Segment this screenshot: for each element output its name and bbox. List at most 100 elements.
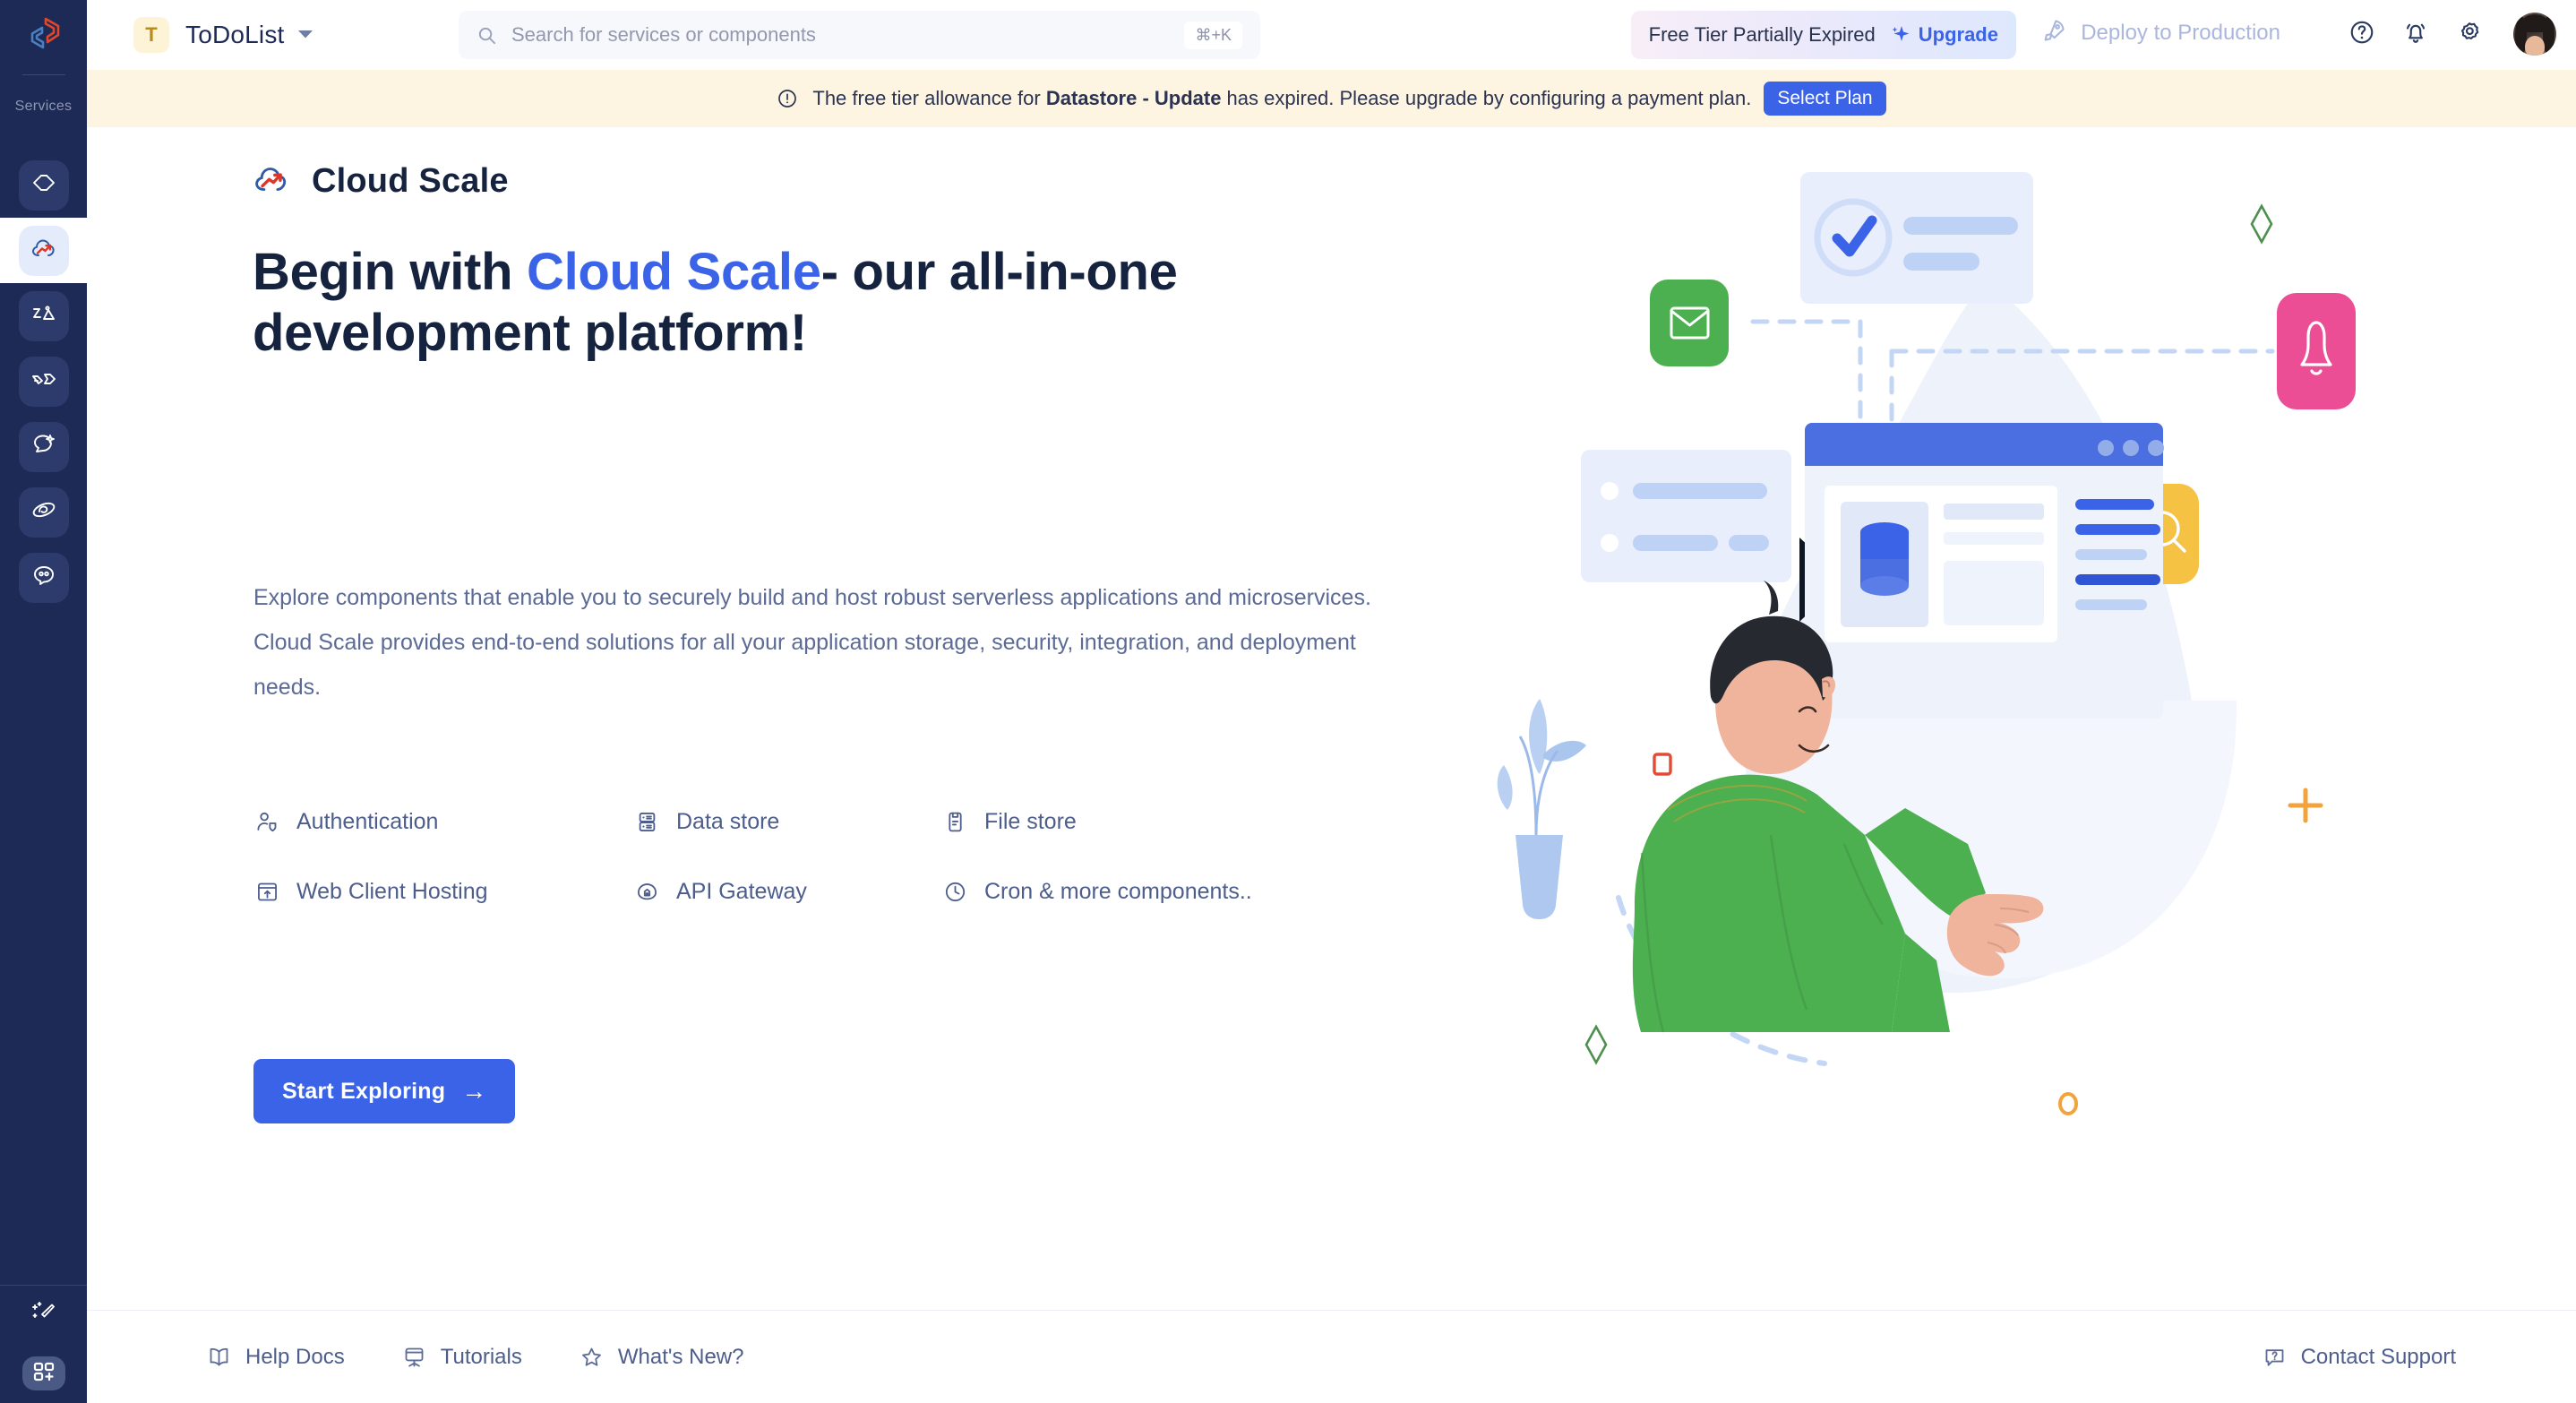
- footer: Help Docs Tutorials What's New? Contact …: [87, 1310, 2576, 1403]
- star-icon: [580, 1345, 604, 1369]
- feature-label: Authentication: [296, 808, 439, 834]
- search-bar[interactable]: Search for services or components ⌘+K: [459, 11, 1260, 59]
- feature-label: Data store: [676, 808, 780, 834]
- heading-highlight: Cloud Scale: [527, 243, 821, 301]
- sidebar-item-magic-wand[interactable]: [0, 1285, 87, 1344]
- cloud-scale-icon: [29, 233, 59, 268]
- select-plan-button[interactable]: Select Plan: [1764, 82, 1886, 116]
- heading-before: Begin with: [253, 243, 528, 301]
- arrow-right-icon: →: [461, 1077, 487, 1105]
- feature-file-store[interactable]: File store: [941, 808, 1252, 835]
- banner-text-before: The free tier allowance for: [812, 87, 1046, 109]
- database-icon: [633, 808, 660, 835]
- heading-highlight-wrapper: Cloud Scale: [527, 243, 821, 301]
- help-circle-icon: [2348, 19, 2375, 50]
- app-root: Services T ToDoList Search for services …: [0, 0, 2576, 1403]
- notifications-button[interactable]: [2400, 19, 2431, 49]
- footer-help-docs[interactable]: Help Docs: [207, 1345, 345, 1370]
- deploy-to-production-button[interactable]: Deploy to Production: [2041, 18, 2280, 47]
- sparkle-icon: [1890, 24, 1911, 46]
- banner-resource-name: Datastore - Update: [1045, 87, 1222, 109]
- free-tier-upgrade-chip[interactable]: Free Tier Partially Expired Upgrade: [1630, 11, 2016, 59]
- feature-label: Web Client Hosting: [296, 878, 488, 904]
- page-title: Begin with Cloud Scale- our all-in-one d…: [253, 242, 1444, 365]
- feature-api-gateway[interactable]: API Gateway: [633, 878, 941, 905]
- gear-icon: [2456, 19, 2483, 50]
- add-app-grid-icon: [31, 1359, 56, 1389]
- sidebar-divider: [22, 74, 65, 75]
- deploy-label: Deploy to Production: [2081, 20, 2280, 45]
- footer-right-links: Contact Support: [2263, 1345, 2456, 1370]
- main-content: Cloud Scale Begin with Cloud Scale- our …: [87, 127, 2576, 1310]
- search-shortcut-badge: ⌘+K: [1184, 21, 1242, 49]
- brand-name: Cloud Scale: [312, 162, 509, 200]
- cloud-scale-brand: Cloud Scale: [251, 159, 509, 204]
- sidebar-bottom-divider: [0, 1285, 87, 1286]
- feature-authentication[interactable]: Authentication: [253, 808, 633, 835]
- app-logo-icon: [24, 13, 64, 57]
- help-button[interactable]: [2347, 19, 2377, 49]
- user-shield-icon: [253, 808, 280, 835]
- footer-left-links: Help Docs Tutorials What's New?: [207, 1345, 743, 1370]
- project-name: ToDoList: [185, 21, 285, 48]
- sidebar-item-media-services[interactable]: [0, 283, 87, 349]
- free-tier-banner: The free tier allowance for Datastore - …: [87, 70, 2576, 127]
- project-selector[interactable]: T ToDoList: [133, 17, 313, 53]
- chevron-down-icon: [297, 29, 313, 42]
- start-exploring-button[interactable]: Start Exploring →: [253, 1059, 516, 1123]
- chat-sparkle-icon: [30, 430, 58, 463]
- feature-data-store[interactable]: Data store: [633, 808, 941, 835]
- sidebar-item-integrations[interactable]: [0, 349, 87, 414]
- page-description: Explore components that enable you to se…: [253, 585, 1371, 700]
- free-tier-status-text: Free Tier Partially Expired: [1648, 23, 1876, 46]
- footer-tutorials[interactable]: Tutorials: [402, 1345, 522, 1370]
- sidebar-item-chat-bot[interactable]: [0, 545, 87, 610]
- project-initial-badge: T: [133, 17, 169, 53]
- bell-icon: [2402, 19, 2429, 50]
- file-store-icon: [941, 808, 968, 835]
- banner-text-after: has expired. Please upgrade by configuri…: [1221, 87, 1752, 109]
- footer-link-label: Tutorials: [440, 1344, 522, 1369]
- sidebar-item-ai-assistant[interactable]: [0, 414, 87, 479]
- feature-cron[interactable]: Cron & more components..: [941, 878, 1252, 905]
- presentation-icon: [402, 1345, 426, 1369]
- header-icon-group: [2347, 13, 2556, 56]
- footer-link-label: Contact Support: [2300, 1344, 2456, 1369]
- cta-label: Start Exploring: [282, 1078, 446, 1104]
- api-gateway-icon: [633, 878, 660, 905]
- footer-link-label: What's New?: [617, 1344, 744, 1369]
- footer-contact-support[interactable]: Contact Support: [2263, 1345, 2456, 1370]
- book-icon: [207, 1345, 231, 1369]
- image-media-icon: [30, 299, 58, 332]
- alert-circle-icon: [777, 88, 798, 109]
- left-sidebar: Services: [0, 0, 87, 1403]
- feature-list: Authentication Data store File store Web…: [253, 808, 1252, 905]
- clock-icon: [941, 878, 968, 905]
- user-avatar[interactable]: [2513, 13, 2556, 56]
- sidebar-bottom: [0, 1285, 87, 1403]
- code-brackets-icon: [30, 168, 58, 202]
- rocket-icon: [2041, 18, 2066, 47]
- feature-web-client-hosting[interactable]: Web Client Hosting: [253, 878, 633, 905]
- magic-wand-icon: [30, 1299, 57, 1330]
- web-hosting-icon: [253, 878, 280, 905]
- sidebar-item-cloud-scale[interactable]: [0, 202, 87, 299]
- upgrade-link[interactable]: Upgrade: [1919, 23, 1998, 47]
- feature-label: Cron & more components..: [984, 878, 1252, 904]
- footer-whats-new[interactable]: What's New?: [580, 1344, 744, 1370]
- sidebar-services-label: Services: [14, 99, 73, 114]
- footer-link-label: Help Docs: [245, 1344, 345, 1369]
- feature-label: API Gateway: [676, 878, 807, 904]
- galaxy-orbit-icon: [30, 495, 58, 529]
- hero-illustration: [1484, 127, 2469, 1158]
- sidebar-item-add-app[interactable]: [0, 1344, 87, 1403]
- settings-button[interactable]: [2454, 19, 2485, 49]
- search-icon: [477, 25, 497, 46]
- top-header: T ToDoList Search for services or compon…: [87, 0, 2576, 70]
- banner-message: The free tier allowance for Datastore - …: [812, 87, 1751, 110]
- sidebar-items: [0, 152, 87, 610]
- search-input[interactable]: Search for services or components: [511, 23, 816, 47]
- cloud-scale-logo-icon: [251, 159, 292, 204]
- app-logo[interactable]: [0, 0, 87, 70]
- sidebar-item-galaxy-services[interactable]: [0, 479, 87, 545]
